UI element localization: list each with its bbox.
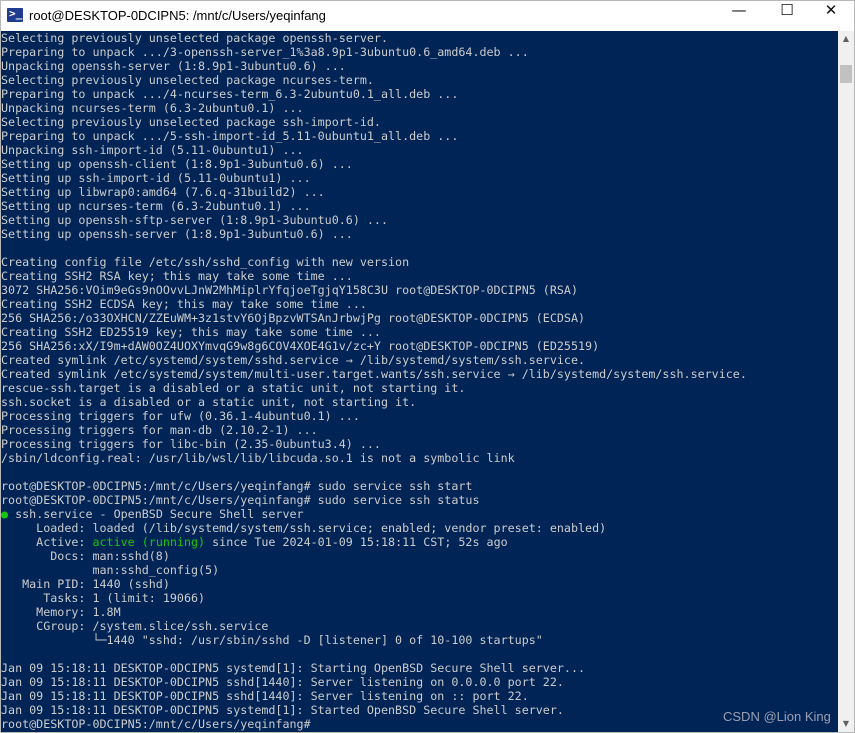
output-line: Created symlink /etc/systemd/system/mult…	[1, 367, 747, 381]
output-line: Setting up openssh-server (1:8.9p1-3ubun…	[1, 227, 353, 241]
output-line: Preparing to unpack .../4-ncurses-term_6…	[1, 87, 459, 101]
output-line: Unpacking ncurses-term (6.3-2ubuntu0.1) …	[1, 101, 304, 115]
cgroup-line: CGroup: /system.slice/ssh.service	[1, 619, 269, 633]
watermark: CSDN @Lion King	[723, 709, 831, 724]
window-title: root@DESKTOP-0DCIPN5: /mnt/c/Users/yeqin…	[29, 8, 326, 23]
status-dot-icon: ●	[1, 507, 9, 521]
docs-line: Docs: man:sshd(8)	[1, 549, 170, 563]
output-line: Unpacking openssh-server (1:8.9p1-3ubunt…	[1, 59, 346, 73]
docs-line: man:sshd_config(5)	[1, 563, 220, 577]
output-line: Creating config file /etc/ssh/sshd_confi…	[1, 255, 410, 269]
cgroup-child-line: └─1440 "sshd: /usr/sbin/sshd -D [listene…	[1, 633, 543, 647]
terminal-icon-glyph: >_	[9, 7, 23, 20]
maximize-button[interactable]: ☐	[764, 1, 810, 31]
output-line: Selecting previously unselected package …	[1, 31, 389, 45]
output-line: /sbin/ldconfig.real: /usr/lib/wsl/lib/li…	[1, 451, 515, 465]
output-line: Created symlink /etc/systemd/system/sshd…	[1, 353, 586, 367]
output-line: 256 SHA256:/o33OXHCN/ZZEuWM+3z1stvY6OjBp…	[1, 311, 586, 325]
terminal-icon[interactable]: >_	[7, 7, 23, 22]
output-line: 256 SHA256:xX/I9m+dAW0OZ4UOXYmvqG9w8g6CO…	[1, 339, 600, 353]
output-line: Setting up openssh-client (1:8.9p1-3ubun…	[1, 157, 353, 171]
output-line: Processing triggers for ufw (0.36.1-4ubu…	[1, 409, 360, 423]
command-line: root@DESKTOP-0DCIPN5:/mnt/c/Users/yeqinf…	[1, 493, 480, 507]
output-line: rescue-ssh.target is a disabled or a sta…	[1, 381, 466, 395]
output-line: Creating SSH2 ED25519 key; this may take…	[1, 325, 381, 339]
output-line: Setting up ssh-import-id (5.11-0ubuntu1)…	[1, 171, 311, 185]
output-line: Creating SSH2 RSA key; this may take som…	[1, 269, 353, 283]
output-line: Processing triggers for man-db (2.10.2-1…	[1, 423, 318, 437]
tasks-line: Tasks: 1 (limit: 19066)	[1, 591, 206, 605]
output-line: Unpacking ssh-import-id (5.11-0ubuntu1) …	[1, 143, 304, 157]
minimize-button[interactable]: —	[716, 1, 762, 31]
memory-line: Memory: 1.8M	[1, 605, 121, 619]
terminal-output[interactable]: Selecting previously unselected package …	[1, 31, 838, 732]
output-line: Creating SSH2 ECDSA key; this may take s…	[1, 297, 367, 311]
journal-line: Jan 09 15:18:11 DESKTOP-0DCIPN5 systemd[…	[1, 661, 586, 675]
active-status: active (running)	[92, 535, 206, 549]
terminal-window: >_ root@DESKTOP-0DCIPN5: /mnt/c/Users/ye…	[0, 0, 855, 733]
output-line: 3072 SHA256:VOim9eGs9nOOvvLJnW2MhMiplrYf…	[1, 283, 578, 297]
journal-line: Jan 09 15:18:11 DESKTOP-0DCIPN5 sshd[144…	[1, 689, 529, 703]
scroll-up-icon[interactable]: ▲	[838, 31, 854, 47]
output-line: ssh.socket is a disabled or a static uni…	[1, 395, 417, 409]
output-line: Setting up ncurses-term (6.3-2ubuntu0.1)…	[1, 199, 311, 213]
close-button[interactable]: ✕	[808, 1, 854, 31]
journal-line: Jan 09 15:18:11 DESKTOP-0DCIPN5 systemd[…	[1, 703, 564, 717]
service-name: ssh.service - OpenBSD Secure Shell serve…	[8, 507, 304, 521]
shell-prompt[interactable]: root@DESKTOP-0DCIPN5:/mnt/c/Users/yeqinf…	[1, 717, 311, 731]
scroll-down-icon[interactable]: ▼	[838, 716, 854, 732]
active-since: since Tue 2024-01-09 15:18:11 CST; 52s a…	[205, 535, 508, 549]
title-bar[interactable]: >_ root@DESKTOP-0DCIPN5: /mnt/c/Users/ye…	[1, 1, 854, 31]
output-line: Preparing to unpack .../3-openssh-server…	[1, 45, 529, 59]
output-line: Selecting previously unselected package …	[1, 115, 381, 129]
command-line: root@DESKTOP-0DCIPN5:/mnt/c/Users/yeqinf…	[1, 479, 473, 493]
output-line: Setting up libwrap0:amd64 (7.6.q-31build…	[1, 185, 325, 199]
output-line: Selecting previously unselected package …	[1, 73, 374, 87]
service-status-line: ● ssh.service - OpenBSD Secure Shell ser…	[1, 507, 304, 521]
active-label: Active:	[1, 535, 93, 549]
main-pid-line: Main PID: 1440 (sshd)	[1, 577, 170, 591]
vertical-scrollbar[interactable]: ▲ ▼	[838, 31, 854, 732]
output-line: Preparing to unpack .../5-ssh-import-id_…	[1, 129, 459, 143]
scrollbar-thumb[interactable]	[840, 65, 852, 83]
output-line: Processing triggers for libc-bin (2.35-0…	[1, 437, 381, 451]
loaded-line: Loaded: loaded (/lib/systemd/system/ssh.…	[1, 521, 607, 535]
active-line: Active: active (running) since Tue 2024-…	[1, 535, 508, 549]
output-line: Setting up openssh-sftp-server (1:8.9p1-…	[1, 213, 389, 227]
journal-line: Jan 09 15:18:11 DESKTOP-0DCIPN5 sshd[144…	[1, 675, 564, 689]
